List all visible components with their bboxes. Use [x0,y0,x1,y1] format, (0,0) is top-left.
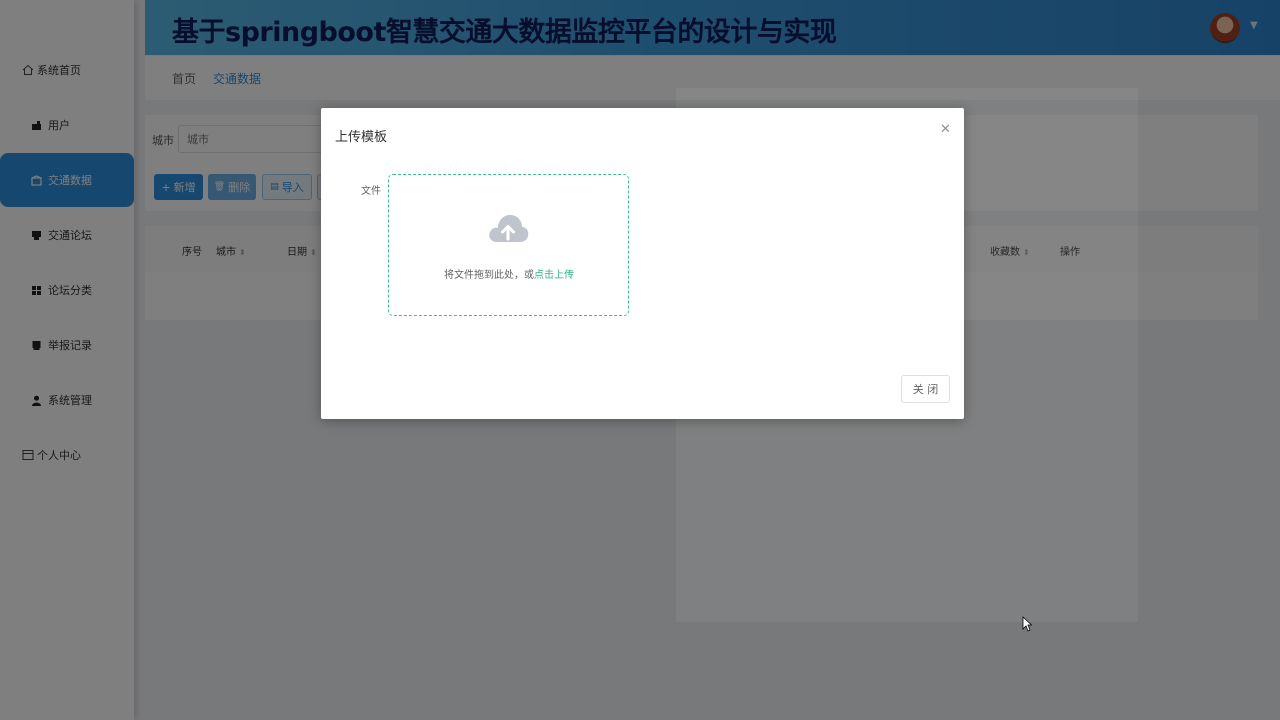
file-field-label: 文件 [361,186,381,197]
close-button[interactable]: 关 闭 [901,375,950,403]
close-icon[interactable]: ✕ [940,122,951,137]
cloud-upload-icon [487,208,529,247]
dialog-title: 上传模板 [335,130,388,145]
click-upload-link[interactable]: 点击上传 [534,270,574,281]
upload-hint-text: 将文件拖到此处，或 [444,270,534,281]
mouse-cursor-icon [1022,616,1033,635]
upload-hint: 将文件拖到此处，或点击上传 [389,266,629,281]
upload-template-dialog: 上传模板 ✕ 文件 将文件拖到此处，或点击上传 关 闭 [321,108,964,419]
file-upload-dropzone[interactable]: 将文件拖到此处，或点击上传 [388,174,629,316]
